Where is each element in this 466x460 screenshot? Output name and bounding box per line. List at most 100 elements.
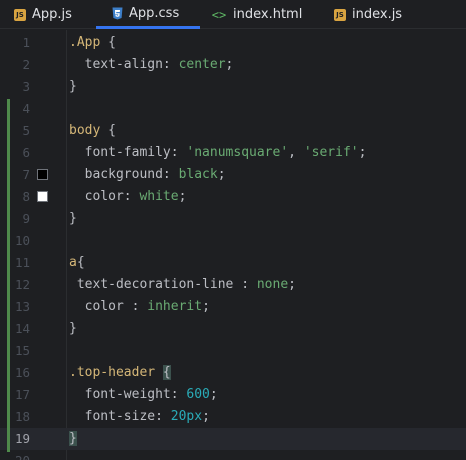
- code-text: font-family: 'nanumsquare', 'serif';: [69, 142, 367, 164]
- code-text: }: [69, 76, 77, 98]
- code-token: :: [123, 299, 148, 314]
- code-line[interactable]: 2 text-align: center;: [0, 54, 466, 76]
- line-number: 13: [14, 299, 30, 314]
- html-file-icon: <>: [211, 7, 227, 22]
- line-number: 11: [14, 255, 30, 270]
- code-text: .top-header {: [69, 362, 171, 384]
- code-line[interactable]: 18 font-size: 20px;: [0, 406, 466, 428]
- tab-app-js[interactable]: JS App.js: [14, 0, 72, 29]
- code-line[interactable]: 11 a{: [0, 252, 466, 274]
- code-line[interactable]: 7 background: black;: [0, 164, 466, 186]
- code-text: font-size: 20px;: [69, 406, 210, 428]
- code-token: ,: [288, 145, 304, 160]
- line-number: 9: [22, 211, 30, 226]
- code-token: ;: [225, 57, 234, 72]
- line-number: 19: [14, 431, 30, 446]
- line-number: 1: [22, 35, 30, 50]
- code-token: ;: [217, 167, 226, 182]
- line-number: 3: [22, 79, 30, 94]
- code-token: ;: [202, 299, 210, 314]
- tab-index-js[interactable]: JS index.js: [334, 0, 402, 29]
- code-text: background: black;: [69, 164, 226, 186]
- code-line[interactable]: 17 font-weight: 600;: [0, 384, 466, 406]
- code-token: ;: [358, 145, 367, 160]
- code-line[interactable]: 3}: [0, 76, 466, 98]
- color-preview-swatch[interactable]: [37, 169, 48, 180]
- code-token: white: [139, 189, 179, 204]
- code-token: ;: [202, 409, 210, 424]
- code-token: .App: [69, 35, 101, 50]
- line-number: 18: [14, 409, 30, 424]
- line-number: 5: [22, 123, 30, 138]
- code-text: .App {: [69, 32, 116, 54]
- color-preview-swatch[interactable]: [37, 191, 48, 202]
- code-text: }: [69, 318, 77, 340]
- code-text: }: [69, 208, 77, 230]
- line-number: 7: [22, 167, 30, 182]
- code-token: :: [170, 145, 187, 160]
- code-token: .top-header: [69, 365, 156, 380]
- line-number: 17: [14, 387, 30, 402]
- code-token: text-align: [69, 57, 163, 72]
- code-line[interactable]: 5 body {: [0, 120, 466, 142]
- code-line[interactable]: 9}: [0, 208, 466, 230]
- code-token: :: [170, 387, 187, 402]
- code-token: :: [162, 57, 179, 72]
- code-token: color: [69, 189, 124, 204]
- code-token: body: [69, 123, 101, 138]
- css-file-icon: [112, 7, 123, 20]
- code-token: {: [162, 365, 171, 380]
- code-line[interactable]: 4: [0, 98, 466, 120]
- code-token: ;: [288, 277, 296, 292]
- code-token: font-weight: [69, 387, 171, 402]
- code-editor[interactable]: 1 .App {2 text-align: center; 3} 4 5 body {6 …: [0, 30, 466, 460]
- code-line[interactable]: 12 text-decoration-line : none;: [0, 274, 466, 296]
- code-token: }: [69, 431, 77, 446]
- line-number: 8: [22, 189, 30, 204]
- code-token: font-family: [69, 145, 171, 160]
- code-line[interactable]: 19}: [0, 428, 466, 450]
- code-line[interactable]: 15: [0, 340, 466, 362]
- code-token: center: [178, 57, 226, 72]
- tab-index-html[interactable]: <> index.html: [211, 0, 303, 29]
- code-token: font-size: [69, 409, 156, 424]
- code-token: :: [155, 409, 171, 424]
- tab-label: App.css: [129, 5, 180, 21]
- tab-label: App.js: [32, 7, 72, 22]
- line-number: 20: [0, 450, 30, 460]
- code-token: }: [69, 321, 77, 336]
- line-number: 2: [22, 57, 30, 72]
- tab-app-css[interactable]: App.css: [96, 0, 200, 29]
- js-file-icon: JS: [14, 8, 26, 21]
- vcs-change-marker[interactable]: [7, 99, 10, 452]
- code-line[interactable]: 16 .top-header {: [0, 362, 466, 384]
- code-token: 'serif': [303, 145, 359, 160]
- line-number: 12: [14, 277, 30, 292]
- code-text: color: white;: [69, 186, 187, 208]
- code-token: }: [69, 211, 77, 226]
- code-token: a: [69, 255, 77, 270]
- code-line[interactable]: 1 .App {: [0, 32, 466, 54]
- code-text: text-align: center;: [69, 54, 234, 76]
- code-line[interactable]: 13 color : inherit;: [0, 296, 466, 318]
- code-token: none: [256, 277, 289, 292]
- code-line[interactable]: 8 color: white;: [0, 186, 466, 208]
- code-token: :: [233, 277, 257, 292]
- line-number: 4: [22, 101, 30, 116]
- line-number: 10: [14, 233, 30, 248]
- tab-label: index.html: [233, 7, 303, 22]
- code-token: ;: [178, 189, 187, 204]
- code-line[interactable]: 10: [0, 230, 466, 252]
- code-token: :: [162, 167, 179, 182]
- editor-tab-bar: JS App.js App.css <> index.html JS index…: [0, 0, 466, 29]
- code-token: ;: [209, 387, 218, 402]
- code-line[interactable]: 14}: [0, 318, 466, 340]
- code-line[interactable]: 6 font-family: 'nanumsquare', 'serif';: [0, 142, 466, 164]
- code-text: color : inherit;: [69, 296, 210, 318]
- code-token: :: [123, 189, 140, 204]
- line-number: 15: [14, 343, 30, 358]
- code-line[interactable]: 20: [0, 450, 466, 460]
- line-number: 6: [22, 145, 30, 160]
- line-number: 14: [14, 321, 30, 336]
